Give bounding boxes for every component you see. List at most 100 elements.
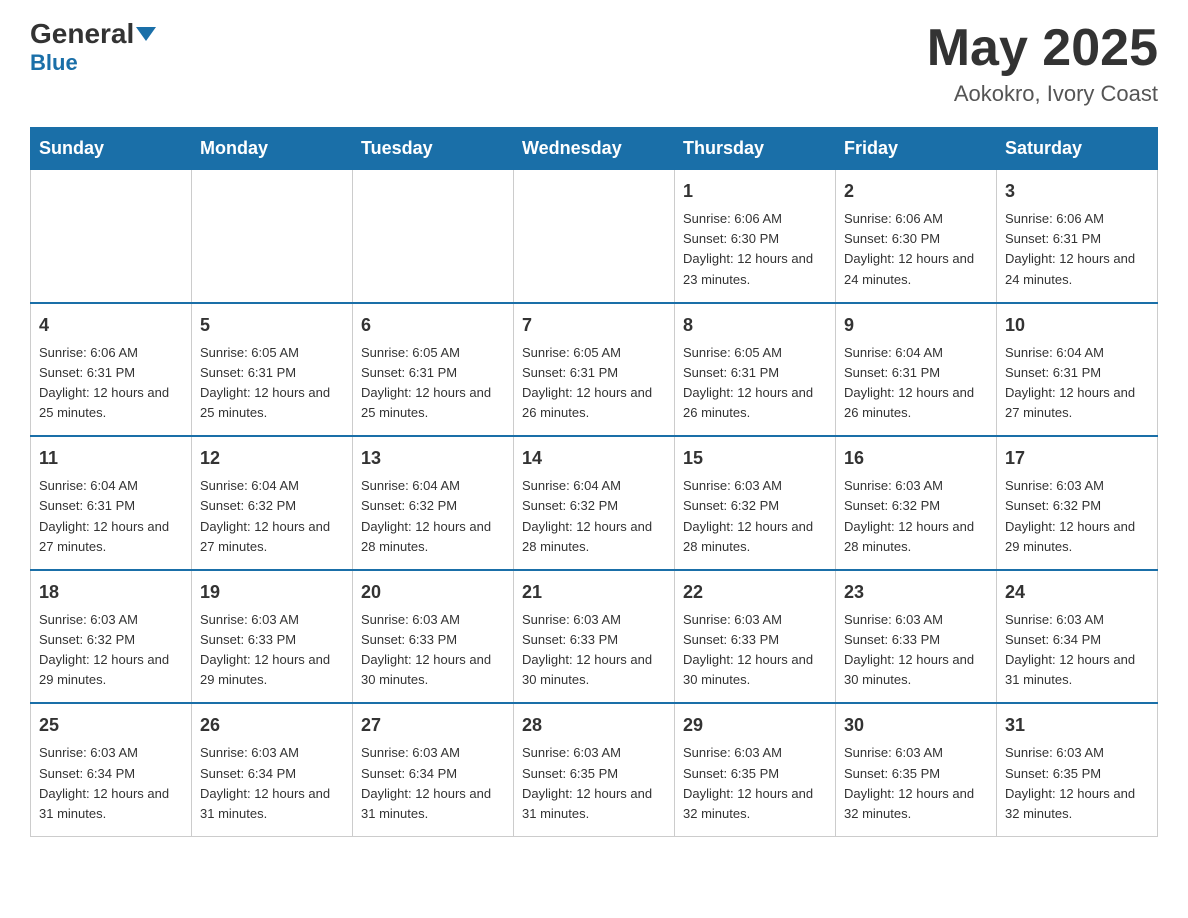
- calendar-cell: [31, 170, 192, 303]
- col-wednesday: Wednesday: [514, 128, 675, 170]
- day-number: 8: [683, 312, 827, 339]
- day-number: 11: [39, 445, 183, 472]
- day-number: 31: [1005, 712, 1149, 739]
- day-number: 21: [522, 579, 666, 606]
- day-number: 17: [1005, 445, 1149, 472]
- calendar-cell: 25Sunrise: 6:03 AMSunset: 6:34 PMDayligh…: [31, 703, 192, 836]
- calendar-cell: 26 Sunrise: 6:03 AMSunset: 6:34 PMDayligh…: [192, 703, 353, 836]
- day-info: Sunrise: 6:05 AMSunset: 6:31 PMDaylight:…: [361, 343, 505, 424]
- calendar-week-3: 11 Sunrise: 6:04 AMSunset: 6:31 PMDayligh…: [31, 436, 1158, 570]
- calendar-cell: 24 Sunrise: 6:03 AMSunset: 6:34 PMDayligh…: [997, 570, 1158, 704]
- day-number: 7: [522, 312, 666, 339]
- day-number: 30: [844, 712, 988, 739]
- calendar-cell: 7Sunrise: 6:05 AMSunset: 6:31 PMDaylight…: [514, 303, 675, 437]
- day-info: Sunrise: 6:04 AMSunset: 6:31 PMDaylight:…: [1005, 343, 1149, 424]
- day-number: 24: [1005, 579, 1149, 606]
- day-number: 20: [361, 579, 505, 606]
- day-info: Sunrise: 6:04 AMSunset: 6:31 PMDaylight:…: [844, 343, 988, 424]
- day-info: Sunrise: 6:06 AMSunset: 6:31 PMDaylight:…: [1005, 209, 1149, 290]
- calendar-week-4: 18 Sunrise: 6:03 AMSunset: 6:32 PMDayligh…: [31, 570, 1158, 704]
- calendar-cell: 22Sunrise: 6:03 AMSunset: 6:33 PMDayligh…: [675, 570, 836, 704]
- col-monday: Monday: [192, 128, 353, 170]
- calendar-cell: 18 Sunrise: 6:03 AMSunset: 6:32 PMDayligh…: [31, 570, 192, 704]
- day-info: Sunrise: 6:03 AMSunset: 6:32 PMDaylight:…: [1005, 476, 1149, 557]
- calendar-cell: 23 Sunrise: 6:03 AMSunset: 6:33 PMDayligh…: [836, 570, 997, 704]
- day-number: 18: [39, 579, 183, 606]
- day-number: 1: [683, 178, 827, 205]
- calendar-cell: 21Sunrise: 6:03 AMSunset: 6:33 PMDayligh…: [514, 570, 675, 704]
- day-info: Sunrise: 6:06 AMSunset: 6:30 PMDaylight:…: [844, 209, 988, 290]
- day-number: 6: [361, 312, 505, 339]
- day-info: Sunrise: 6:03 AMSunset: 6:35 PMDaylight:…: [1005, 743, 1149, 824]
- day-info: Sunrise: 6:06 AMSunset: 6:31 PMDaylight:…: [39, 343, 183, 424]
- day-number: 12: [200, 445, 344, 472]
- calendar-week-2: 4Sunrise: 6:06 AMSunset: 6:31 PMDaylight…: [31, 303, 1158, 437]
- day-number: 15: [683, 445, 827, 472]
- day-info: Sunrise: 6:06 AMSunset: 6:30 PMDaylight:…: [683, 209, 827, 290]
- calendar-cell: 28 Sunrise: 6:03 AMSunset: 6:35 PMDayligh…: [514, 703, 675, 836]
- day-number: 13: [361, 445, 505, 472]
- day-number: 26: [200, 712, 344, 739]
- calendar-week-5: 25 Sunrise: 6:03 AMSunset: 6:34 PMDayligh…: [31, 703, 1158, 836]
- calendar-cell: 9 Sunrise: 6:04 AMSunset: 6:31 PMDaylight…: [836, 303, 997, 437]
- calendar-cell: 30Sunrise: 6:03 AMSunset: 6:35 PMDayligh…: [836, 703, 997, 836]
- calendar-cell: 2 Sunrise: 6:06 AMSunset: 6:30 PMDaylight…: [836, 170, 997, 303]
- day-info: Sunrise: 6:03 AMSunset: 6:32 PMDaylight:…: [39, 610, 183, 691]
- logo-triangle-icon: [136, 27, 156, 41]
- calendar-cell: 5Sunrise: 6:05 AMSunset: 6:31 PMDaylight…: [192, 303, 353, 437]
- page-header: General Blue May 2025 Aokokro, Ivory Coa…: [30, 20, 1158, 107]
- logo-blue: Blue: [30, 50, 78, 76]
- calendar-header-row: Sunday Monday Tuesday Wednesday Thursday…: [31, 128, 1158, 170]
- calendar-cell: 11 Sunrise: 6:04 AMSunset: 6:31 PMDayligh…: [31, 436, 192, 570]
- col-friday: Friday: [836, 128, 997, 170]
- calendar-cell: 10 Sunrise: 6:04 AMSunset: 6:31 PMDayligh…: [997, 303, 1158, 437]
- month-year-title: May 2025: [927, 20, 1158, 77]
- day-number: 3: [1005, 178, 1149, 205]
- day-info: Sunrise: 6:05 AMSunset: 6:31 PMDaylight:…: [683, 343, 827, 424]
- day-info: Sunrise: 6:03 AMSunset: 6:32 PMDaylight:…: [683, 476, 827, 557]
- day-info: Sunrise: 6:03 AMSunset: 6:35 PMDaylight:…: [522, 743, 666, 824]
- day-info: Sunrise: 6:04 AMSunset: 6:32 PMDaylight:…: [361, 476, 505, 557]
- day-number: 9: [844, 312, 988, 339]
- day-number: 19: [200, 579, 344, 606]
- calendar-cell: 6 Sunrise: 6:05 AMSunset: 6:31 PMDaylight…: [353, 303, 514, 437]
- day-info: Sunrise: 6:04 AMSunset: 6:32 PMDaylight:…: [200, 476, 344, 557]
- logo-general: General: [30, 20, 134, 48]
- day-info: Sunrise: 6:03 AMSunset: 6:33 PMDaylight:…: [844, 610, 988, 691]
- calendar-cell: 13 Sunrise: 6:04 AMSunset: 6:32 PMDayligh…: [353, 436, 514, 570]
- day-number: 22: [683, 579, 827, 606]
- calendar-table: Sunday Monday Tuesday Wednesday Thursday…: [30, 127, 1158, 837]
- day-info: Sunrise: 6:03 AMSunset: 6:34 PMDaylight:…: [361, 743, 505, 824]
- calendar-cell: 31 Sunrise: 6:03 AMSunset: 6:35 PMDayligh…: [997, 703, 1158, 836]
- day-number: 25: [39, 712, 183, 739]
- day-number: 16: [844, 445, 988, 472]
- calendar-cell: 16 Sunrise: 6:03 AMSunset: 6:32 PMDayligh…: [836, 436, 997, 570]
- calendar-cell: 3 Sunrise: 6:06 AMSunset: 6:31 PMDaylight…: [997, 170, 1158, 303]
- col-tuesday: Tuesday: [353, 128, 514, 170]
- calendar-cell: [192, 170, 353, 303]
- calendar-cell: [353, 170, 514, 303]
- day-number: 27: [361, 712, 505, 739]
- day-info: Sunrise: 6:03 AMSunset: 6:33 PMDaylight:…: [361, 610, 505, 691]
- col-sunday: Sunday: [31, 128, 192, 170]
- calendar-cell: 27 Sunrise: 6:03 AMSunset: 6:34 PMDayligh…: [353, 703, 514, 836]
- calendar-cell: 17 Sunrise: 6:03 AMSunset: 6:32 PMDayligh…: [997, 436, 1158, 570]
- day-number: 28: [522, 712, 666, 739]
- col-thursday: Thursday: [675, 128, 836, 170]
- day-number: 10: [1005, 312, 1149, 339]
- logo: General Blue: [30, 20, 156, 76]
- calendar-cell: 14Sunrise: 6:04 AMSunset: 6:32 PMDayligh…: [514, 436, 675, 570]
- day-info: Sunrise: 6:03 AMSunset: 6:32 PMDaylight:…: [844, 476, 988, 557]
- day-info: Sunrise: 6:03 AMSunset: 6:33 PMDaylight:…: [200, 610, 344, 691]
- location-subtitle: Aokokro, Ivory Coast: [927, 81, 1158, 107]
- calendar-cell: 8 Sunrise: 6:05 AMSunset: 6:31 PMDaylight…: [675, 303, 836, 437]
- day-info: Sunrise: 6:04 AMSunset: 6:31 PMDaylight:…: [39, 476, 183, 557]
- day-info: Sunrise: 6:03 AMSunset: 6:34 PMDaylight:…: [200, 743, 344, 824]
- title-block: May 2025 Aokokro, Ivory Coast: [927, 20, 1158, 107]
- day-info: Sunrise: 6:03 AMSunset: 6:34 PMDaylight:…: [1005, 610, 1149, 691]
- calendar-cell: 29Sunrise: 6:03 AMSunset: 6:35 PMDayligh…: [675, 703, 836, 836]
- day-number: 23: [844, 579, 988, 606]
- day-number: 2: [844, 178, 988, 205]
- calendar-cell: 19 Sunrise: 6:03 AMSunset: 6:33 PMDayligh…: [192, 570, 353, 704]
- col-saturday: Saturday: [997, 128, 1158, 170]
